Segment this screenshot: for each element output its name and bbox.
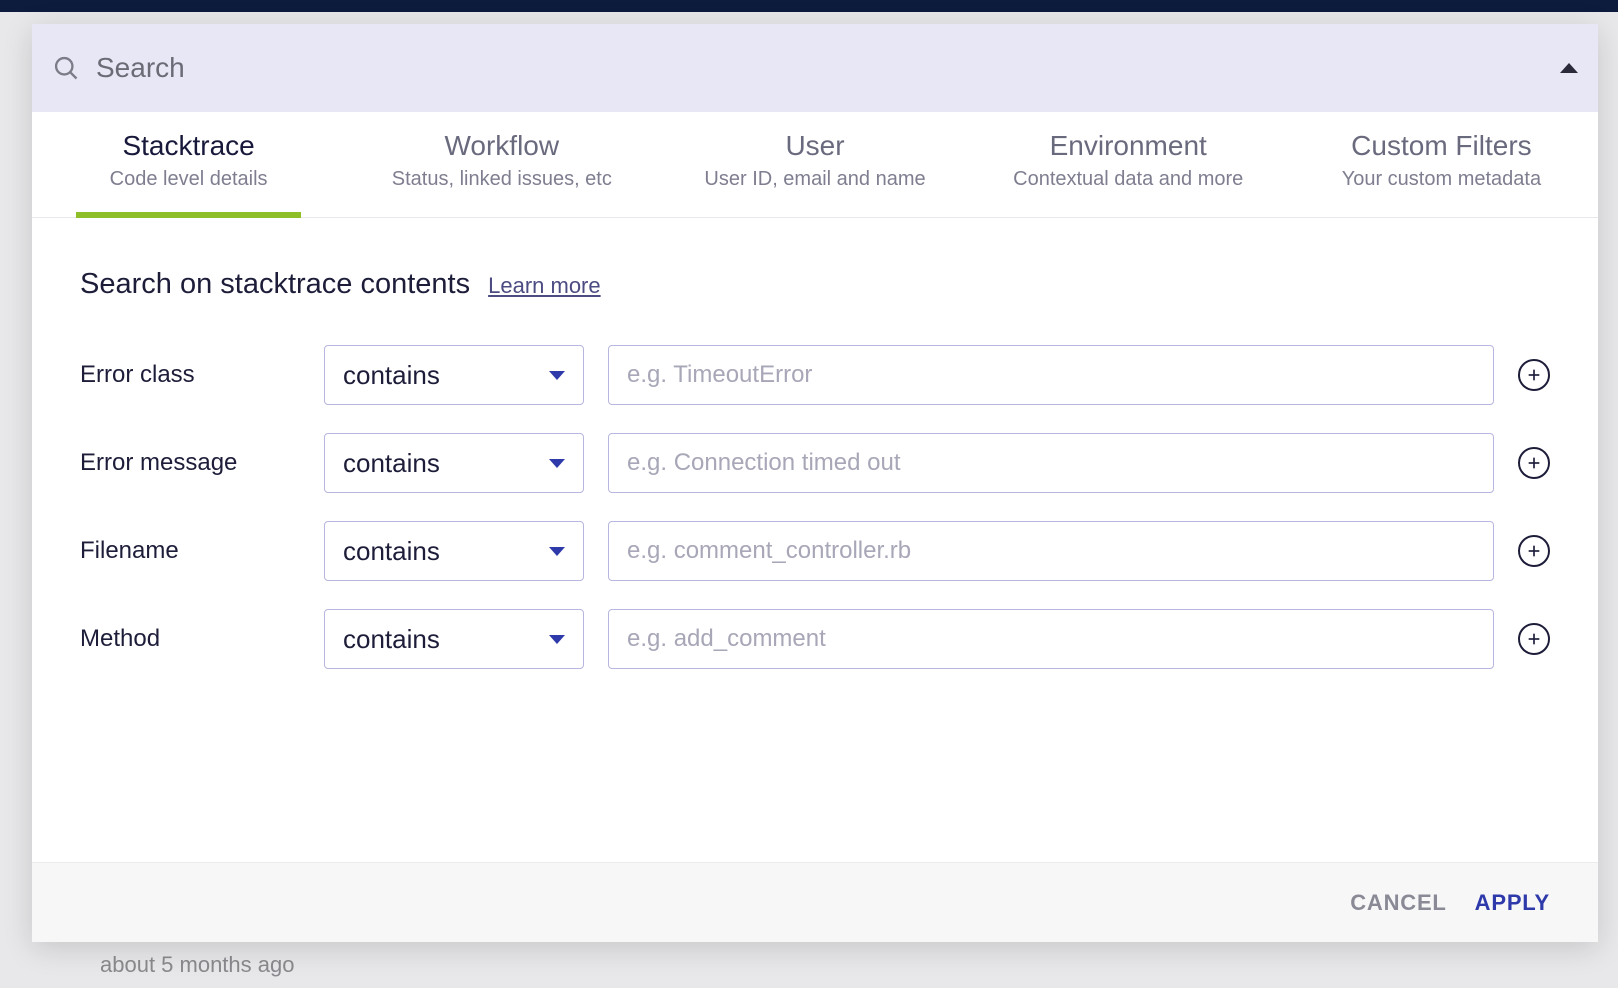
cancel-button[interactable]: CANCEL <box>1350 890 1446 916</box>
operator-dropdown[interactable]: contains <box>324 609 584 669</box>
filter-label: Filename <box>80 537 300 565</box>
tab-title: Workflow <box>345 130 658 162</box>
tab-custom-filters[interactable]: Custom Filters Your custom metadata <box>1285 130 1598 217</box>
filter-label: Method <box>80 625 300 653</box>
filter-label: Error class <box>80 361 300 389</box>
chevron-down-icon <box>549 635 565 644</box>
section-title: Search on stacktrace contents <box>80 268 470 301</box>
search-bar[interactable] <box>32 24 1598 112</box>
modal-body: Search on stacktrace contents Learn more… <box>32 218 1598 862</box>
filter-value-input[interactable] <box>608 521 1494 581</box>
plus-icon <box>1526 367 1542 383</box>
operator-dropdown[interactable]: contains <box>324 521 584 581</box>
add-filter-button[interactable] <box>1518 623 1550 655</box>
add-filter-button[interactable] <box>1518 359 1550 391</box>
dropdown-value: contains <box>343 360 440 391</box>
search-icon <box>52 54 80 82</box>
dropdown-value: contains <box>343 536 440 567</box>
tab-subtitle: Contextual data and more <box>972 168 1285 191</box>
tab-subtitle: Your custom metadata <box>1285 168 1598 191</box>
search-builder-modal: Stacktrace Code level detailsWorkflow Stat… <box>32 24 1598 942</box>
filter-label: Error message <box>80 449 300 477</box>
operator-dropdown[interactable]: contains <box>324 433 584 493</box>
filter-value-input[interactable] <box>608 345 1494 405</box>
apply-button[interactable]: APPLY <box>1475 890 1550 916</box>
tab-title: User <box>658 130 971 162</box>
plus-icon <box>1526 631 1542 647</box>
app-top-bar <box>0 0 1618 12</box>
tab-title: Custom Filters <box>1285 130 1598 162</box>
chevron-down-icon <box>549 459 565 468</box>
tab-workflow[interactable]: Workflow Status, linked issues, etc <box>345 130 658 217</box>
background-timestamp: about 5 months ago <box>100 952 294 978</box>
dropdown-value: contains <box>343 624 440 655</box>
learn-more-link[interactable]: Learn more <box>488 273 601 299</box>
filter-row-method: Method contains <box>80 609 1550 669</box>
chevron-down-icon <box>549 371 565 380</box>
dropdown-value: contains <box>343 448 440 479</box>
filter-value-input[interactable] <box>608 433 1494 493</box>
filter-row-filename: Filename contains <box>80 521 1550 581</box>
filter-value-input[interactable] <box>608 609 1494 669</box>
tab-user[interactable]: User User ID, email and name <box>658 130 971 217</box>
chevron-down-icon <box>549 547 565 556</box>
tab-subtitle: User ID, email and name <box>658 168 971 191</box>
tab-subtitle: Status, linked issues, etc <box>345 168 658 191</box>
modal-footer: CANCEL APPLY <box>32 862 1598 942</box>
collapse-icon[interactable] <box>1560 63 1578 73</box>
filter-row-error-message: Error message contains <box>80 433 1550 493</box>
plus-icon <box>1526 455 1542 471</box>
tab-stacktrace[interactable]: Stacktrace Code level details <box>32 130 345 217</box>
plus-icon <box>1526 543 1542 559</box>
tab-subtitle: Code level details <box>32 168 345 191</box>
filter-row-error-class: Error class contains <box>80 345 1550 405</box>
tab-title: Environment <box>972 130 1285 162</box>
search-input[interactable] <box>96 52 1544 84</box>
add-filter-button[interactable] <box>1518 535 1550 567</box>
add-filter-button[interactable] <box>1518 447 1550 479</box>
tab-environment[interactable]: Environment Contextual data and more <box>972 130 1285 217</box>
operator-dropdown[interactable]: contains <box>324 345 584 405</box>
tab-title: Stacktrace <box>32 130 345 162</box>
tab-bar: Stacktrace Code level detailsWorkflow Stat… <box>32 112 1598 218</box>
